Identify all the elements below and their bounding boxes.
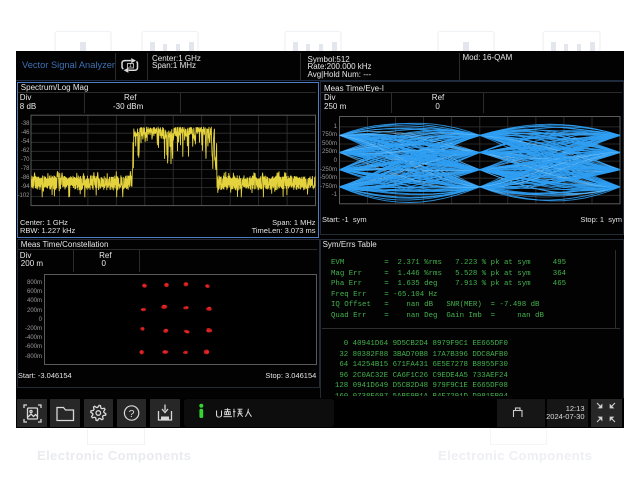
svg-text:U: U [215,408,223,420]
svg-text:?: ? [129,408,135,420]
